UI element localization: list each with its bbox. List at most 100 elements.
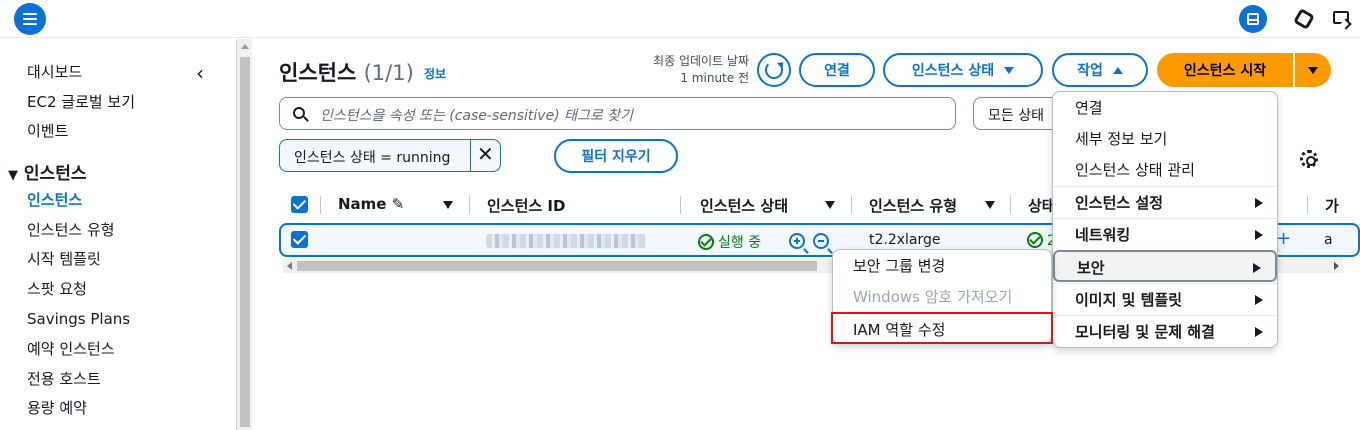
- submenu-arrow-icon: [1255, 327, 1263, 337]
- column-header-instance-state[interactable]: 인스턴스 상태: [700, 195, 788, 216]
- zoom-in-icon[interactable]: [789, 233, 809, 254]
- sidebar-item-ec2-global-view[interactable]: EC2 글로벌 보기: [27, 91, 135, 112]
- submenu-item-modify-iam-role[interactable]: IAM 역할 수정: [831, 312, 1053, 344]
- menu-item-connect[interactable]: 연결: [1053, 92, 1277, 124]
- sidebar-item-savings-plans[interactable]: Savings Plans: [27, 310, 130, 328]
- sidebar-item-capacity-reservations[interactable]: 용량 예약: [27, 397, 87, 418]
- menu-item-view-details[interactable]: 세부 정보 보기: [1053, 123, 1277, 155]
- column-divider: [320, 196, 321, 214]
- scrollbar-thumb[interactable]: [297, 261, 817, 271]
- launch-instances-button[interactable]: 인스턴스 시작: [1157, 53, 1293, 87]
- sidebar-item-dashboard[interactable]: 대시보드: [27, 61, 82, 82]
- expand-caret-icon: ▼: [8, 168, 18, 183]
- column-header-instance-id[interactable]: 인스턴스 ID: [487, 195, 565, 216]
- column-header-instance-type[interactable]: 인스턴스 유형: [869, 195, 957, 216]
- sidebar-item-reserved-instances[interactable]: 예약 인스턴스: [27, 338, 115, 359]
- sidebar-scrollbar[interactable]: [236, 39, 252, 430]
- submenu-item-change-security-groups[interactable]: 보안 그룹 변경: [833, 250, 1051, 282]
- page-title-text: 인스턴스: [279, 61, 357, 85]
- menu-item-monitoring-troubleshoot[interactable]: 모니터링 및 문제 해결: [1053, 315, 1277, 347]
- last-updated-label: 최종 업데이트 날짜: [653, 54, 749, 68]
- menu-item-label: 인스턴스 설정: [1075, 194, 1164, 212]
- cloudshell-icon[interactable]: [1328, 5, 1356, 33]
- collapse-sidebar-icon[interactable]: ‹: [196, 61, 204, 85]
- clear-filters-label: 필터 지우기: [581, 149, 651, 165]
- column-header-name-label: Name: [338, 195, 387, 213]
- row-plus-icon[interactable]: +: [1276, 228, 1291, 249]
- sort-caret-icon[interactable]: [443, 201, 453, 209]
- column-divider: [469, 196, 470, 214]
- sidebar-item-events[interactable]: 이벤트: [27, 120, 68, 141]
- menu-icon[interactable]: [14, 3, 46, 35]
- top-navigation-bar: [0, 0, 1360, 38]
- edit-pencil-icon: ✎: [391, 195, 405, 213]
- column-header-partial[interactable]: 가: [1325, 195, 1339, 216]
- state-filter-value: 모든 상태: [988, 108, 1044, 124]
- actions-label: 작업: [1077, 63, 1103, 79]
- instance-count: (1/1): [363, 61, 414, 85]
- instance-id-redacted[interactable]: [486, 234, 646, 248]
- partial-column-value: a: [1324, 232, 1333, 248]
- menu-item-instance-settings[interactable]: 인스턴스 설정: [1053, 186, 1277, 218]
- instance-status-running: 실행 중: [698, 232, 761, 252]
- menu-item-label: 모니터링 및 문제 해결: [1075, 323, 1215, 341]
- refresh-icon: [765, 59, 787, 79]
- instance-type-value: t2.2xlarge: [869, 232, 941, 248]
- hexagon-settings-icon[interactable]: [1290, 5, 1318, 33]
- submenu-arrow-icon: [1255, 198, 1263, 208]
- sidebar-item-dedicated-hosts[interactable]: 전용 호스트: [27, 368, 101, 389]
- split-panel-icon[interactable]: [1239, 5, 1267, 33]
- menu-item-networking[interactable]: 네트워킹: [1053, 218, 1277, 250]
- caret-up-icon: [1112, 66, 1123, 74]
- remove-filter-icon[interactable]: ✕: [477, 142, 494, 166]
- sidebar-item-instance-types[interactable]: 인스턴스 유형: [27, 219, 115, 240]
- instance-state-dropdown[interactable]: 인스턴스 상태: [883, 53, 1043, 87]
- launch-instances-label: 인스턴스 시작: [1183, 63, 1267, 79]
- connect-button[interactable]: 연결: [799, 53, 875, 87]
- menu-item-security[interactable]: 보안: [1053, 250, 1277, 282]
- sort-caret-icon[interactable]: [825, 201, 835, 209]
- filter-token-text: 인스턴스 상태 = running: [294, 150, 451, 166]
- sort-caret-icon[interactable]: [985, 201, 995, 209]
- search-input[interactable]: 인스턴스을 속성 또는 (case-sensitive) 태그로 찾기: [279, 97, 956, 130]
- menu-item-manage-instance-state[interactable]: 인스턴스 상태 관리: [1053, 154, 1277, 186]
- clear-filters-button[interactable]: 필터 지우기: [554, 139, 678, 173]
- column-divider: [1307, 196, 1308, 214]
- success-check-icon: [698, 234, 714, 250]
- last-updated-value: 1 minute 전: [680, 71, 749, 85]
- connect-button-label: 연결: [824, 63, 850, 79]
- menu-item-images-templates[interactable]: 이미지 및 템플릿: [1053, 283, 1277, 315]
- filter-token: 인스턴스 상태 = running ✕: [279, 139, 501, 172]
- sidebar-navigation: ‹ 대시보드 EC2 글로벌 보기 이벤트 ▼ 인스턴스 인스턴스 인스턴스 유…: [0, 39, 236, 430]
- info-link[interactable]: 정보: [424, 65, 446, 82]
- row-checkbox[interactable]: [291, 231, 308, 248]
- zoom-out-icon[interactable]: [813, 233, 833, 254]
- sidebar-section-instances[interactable]: ▼ 인스턴스: [8, 159, 86, 184]
- launch-options-dropdown[interactable]: [1295, 53, 1331, 87]
- sidebar-item-launch-templates[interactable]: 시작 템플릿: [27, 248, 101, 269]
- sidebar-item-instances[interactable]: 인스턴스: [27, 189, 82, 210]
- scroll-right-arrow-icon[interactable]: [1334, 262, 1339, 270]
- menu-item-label: 네트워킹: [1075, 226, 1131, 244]
- column-header-name[interactable]: Name ✎: [338, 195, 404, 213]
- caret-down-icon: [1004, 66, 1015, 74]
- sidebar-section-label: 인스턴스: [23, 164, 87, 184]
- page-title: 인스턴스 (1/1): [279, 57, 414, 87]
- sidebar-item-spot-requests[interactable]: 스팟 요청: [27, 278, 87, 299]
- scroll-left-arrow-icon[interactable]: [287, 262, 292, 270]
- search-placeholder: 인스턴스을 속성 또는 (case-sensitive) 태그로 찾기: [320, 108, 633, 124]
- column-divider: [851, 196, 852, 214]
- scrollbar-thumb[interactable]: [240, 57, 250, 427]
- scroll-up-arrow-icon[interactable]: [241, 44, 249, 49]
- refresh-button[interactable]: [757, 53, 791, 87]
- submenu-arrow-icon: [1253, 263, 1261, 273]
- security-submenu: 보안 그룹 변경 Windows 암호 가져오기 IAM 역할 수정: [831, 249, 1053, 344]
- actions-dropdown[interactable]: 작업: [1052, 53, 1148, 87]
- column-divider: [680, 196, 681, 214]
- instance-status-text: 실행 중: [718, 235, 762, 251]
- select-all-checkbox[interactable]: [291, 196, 308, 213]
- instance-state-label: 인스턴스 상태: [911, 63, 995, 79]
- last-updated: 최종 업데이트 날짜 1 minute 전: [653, 53, 749, 87]
- gear-icon[interactable]: [1300, 150, 1318, 168]
- caret-down-icon: [1308, 66, 1318, 74]
